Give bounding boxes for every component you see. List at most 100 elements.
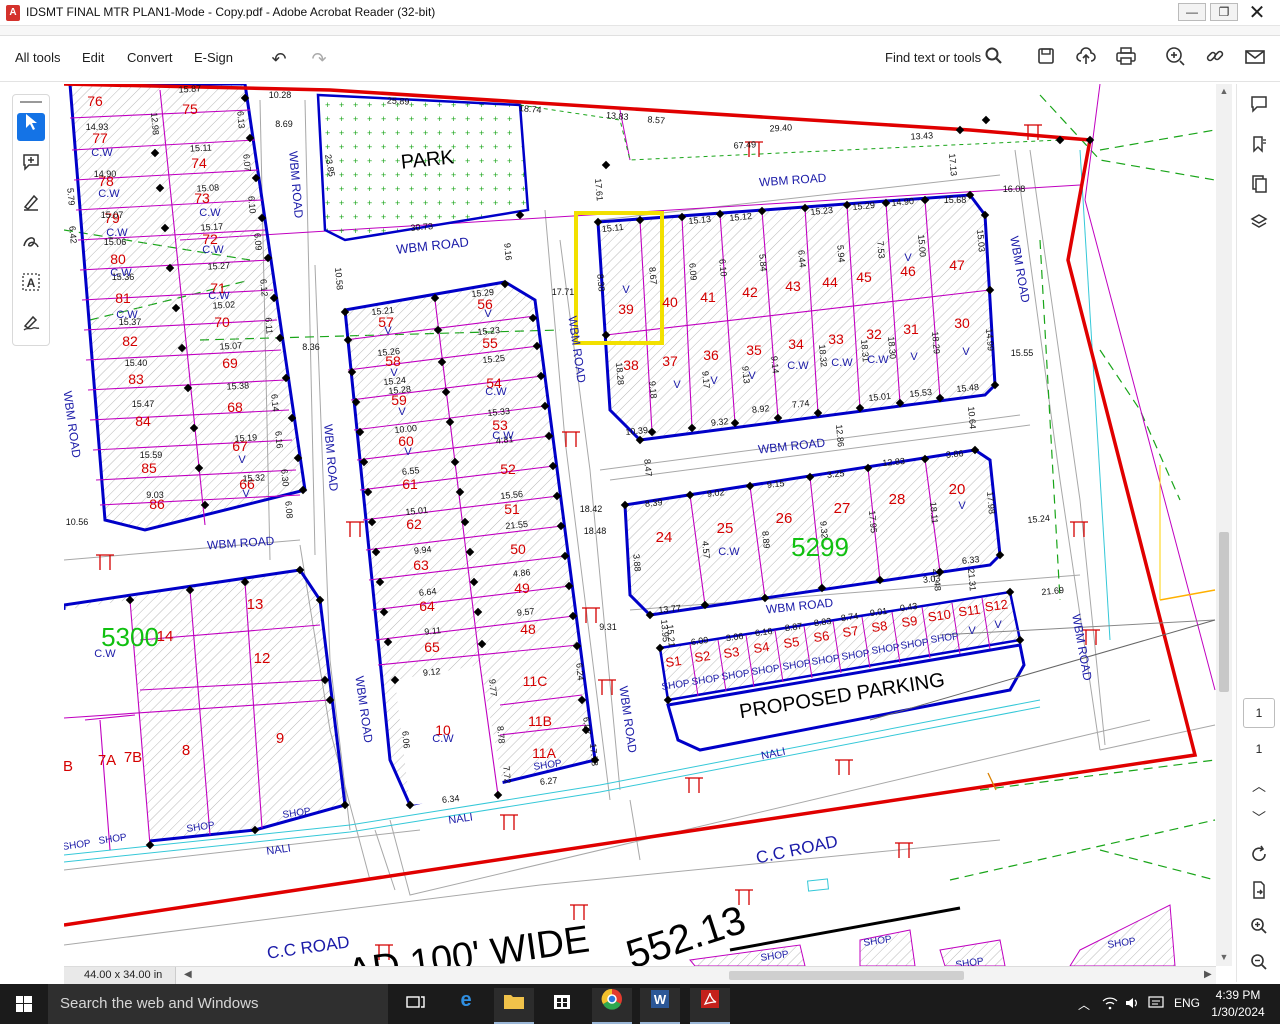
dimension-label: 15.19	[234, 432, 257, 443]
export-icon[interactable]	[1245, 880, 1273, 908]
word-icon[interactable]: W	[640, 988, 680, 1024]
task-view-icon[interactable]	[396, 988, 436, 1024]
highlight-pen-icon[interactable]	[17, 193, 45, 221]
boundary-vertex-marker	[601, 160, 611, 170]
taskbar-search-box[interactable]: Search the web and Windows	[48, 984, 388, 1024]
text-select-icon[interactable]: A	[17, 273, 45, 301]
plot-number: 44	[822, 274, 838, 290]
print-icon[interactable]	[1113, 46, 1139, 72]
plot-number: 84	[135, 413, 151, 429]
horizontal-scrollbar-thumb[interactable]	[729, 971, 964, 980]
find-text-label[interactable]: Find text or tools	[885, 50, 981, 65]
road-edge-line	[729, 906, 961, 952]
dimension-label: 8.92	[751, 403, 769, 415]
language-indicator[interactable]: ENG	[1174, 996, 1200, 1010]
draw-freehand-icon[interactable]	[17, 233, 45, 261]
status-bar: 44.00 x 34.00 in ◀ ▶	[64, 966, 1216, 984]
fill-sign-icon[interactable]	[17, 313, 45, 341]
file-explorer-icon[interactable]	[494, 988, 534, 1024]
volume-icon[interactable]	[1124, 996, 1140, 1013]
search-icon[interactable]	[981, 46, 1007, 72]
dimension-label: 15.68	[944, 195, 967, 205]
scroll-left-icon[interactable]: ◀	[184, 969, 192, 980]
next-page-icon[interactable]: ﹀	[1245, 804, 1273, 832]
plot-number: 46	[900, 263, 916, 279]
close-button[interactable]: ✕	[1242, 2, 1272, 24]
dimension-label: 8.39	[644, 497, 662, 509]
tray-chevron-icon[interactable]: ︿	[1078, 996, 1090, 1013]
v-tag: V	[242, 488, 250, 500]
refresh-icon[interactable]	[1245, 844, 1273, 872]
store-icon[interactable]	[542, 988, 582, 1024]
dimension-label: 7.53	[875, 241, 886, 259]
dimension-label: 13.77	[658, 603, 681, 615]
maximize-button[interactable]: ❐	[1210, 3, 1238, 21]
bookmarks-icon[interactable]	[1245, 134, 1273, 162]
plot-number: 61	[402, 476, 418, 492]
select-arrow-icon[interactable]	[17, 113, 45, 141]
dimension-label: 6.55	[401, 465, 419, 477]
edge-icon[interactable]: e	[446, 988, 486, 1024]
document-canvas[interactable]: + PARK	[64, 84, 1216, 966]
system-clock[interactable]: 4:39 PM 1/30/2024	[1208, 987, 1268, 1021]
link-icon[interactable]	[1202, 46, 1228, 72]
dimension-label: 9.94	[413, 544, 431, 556]
cw-tag: C.W	[718, 546, 740, 558]
v-tag: V	[968, 625, 976, 637]
dimension-label: 8.47	[642, 459, 653, 477]
share-link-icon[interactable]	[1162, 46, 1188, 72]
network-icon[interactable]	[1102, 996, 1118, 1013]
dimension-label: 6.64	[418, 586, 436, 598]
dimension-label: 15.59	[140, 450, 163, 460]
cw-tag: C.W	[867, 354, 889, 366]
v-tag: V	[748, 370, 756, 382]
menu-esign[interactable]: E-Sign	[194, 50, 233, 65]
plot-number: 68	[227, 399, 243, 415]
previous-page-icon[interactable]: ︿	[1245, 772, 1273, 800]
menu-edit[interactable]: Edit	[82, 50, 104, 65]
menu-all-tools[interactable]: All tools	[15, 50, 61, 65]
scroll-up-icon[interactable]: ▲	[1218, 86, 1230, 96]
dimension-label: 17.95	[867, 510, 879, 533]
dimension-label: 6.10	[717, 259, 728, 277]
save-icon[interactable]	[1033, 46, 1059, 72]
cw-tag: C.W	[492, 430, 514, 442]
layers-icon[interactable]	[1245, 212, 1273, 240]
chrome-icon[interactable]	[592, 988, 632, 1024]
panel-grip[interactable]	[20, 101, 42, 103]
scrollbar-thumb[interactable]	[1219, 532, 1229, 692]
zoom-out-icon[interactable]	[1245, 952, 1273, 980]
redo-icon[interactable]: ↷	[306, 46, 332, 72]
plot-number: 70	[214, 314, 230, 330]
vertical-scrollbar[interactable]: ▲ ▼	[1216, 84, 1232, 966]
minimize-button[interactable]: —	[1178, 3, 1206, 21]
dimension-label: 15.40	[125, 358, 148, 368]
dimension-label: 10.64	[966, 406, 978, 429]
plot-number: 64	[419, 598, 435, 614]
plot-number: 55	[482, 335, 498, 351]
comments-icon[interactable]	[1245, 94, 1273, 122]
plot-number: 45	[856, 269, 872, 285]
notifications-icon[interactable]	[1148, 996, 1164, 1013]
dimension-label: 4.86	[512, 567, 530, 579]
dimension-label: 9.32	[710, 416, 728, 428]
dimension-label: 6.33	[961, 554, 979, 566]
cw-tag: C.W	[202, 244, 224, 256]
start-button[interactable]	[0, 984, 48, 1024]
email-icon[interactable]	[1242, 46, 1268, 72]
dimension-label: 17.98	[985, 491, 997, 514]
add-comment-icon[interactable]	[17, 153, 45, 181]
dimension-label: 6.09	[687, 263, 698, 281]
acrobat-icon[interactable]	[690, 988, 730, 1024]
dimension-label: 6.11	[263, 317, 274, 335]
dimension-label: 9.77	[487, 679, 498, 697]
scroll-down-icon[interactable]: ▼	[1218, 952, 1230, 962]
pages-icon[interactable]	[1245, 174, 1273, 202]
scroll-right-icon[interactable]: ▶	[1204, 969, 1212, 980]
menu-convert[interactable]: Convert	[127, 50, 173, 65]
upload-icon[interactable]	[1073, 46, 1099, 72]
undo-icon[interactable]: ↶	[266, 46, 292, 72]
page-number-input[interactable]: 1	[1243, 698, 1275, 728]
cw-tag: C.W	[485, 386, 507, 398]
zoom-in-icon[interactable]	[1245, 916, 1273, 944]
